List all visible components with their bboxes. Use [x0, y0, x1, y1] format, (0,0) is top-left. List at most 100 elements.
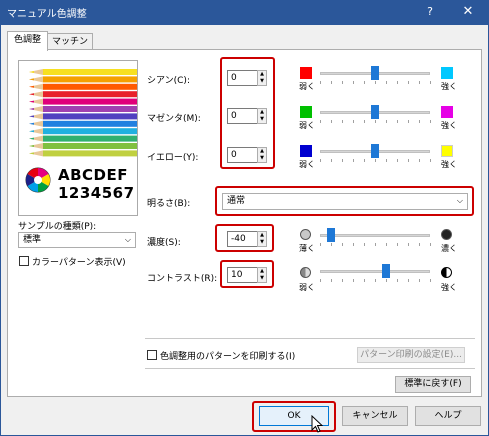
slider-tick [419, 120, 420, 123]
contrast-label: コントラスト(R): [147, 274, 218, 284]
color-pattern-checkbox[interactable] [19, 256, 29, 266]
slider-tick [430, 120, 431, 123]
slider-tick [364, 243, 365, 246]
slider-tick [353, 81, 354, 84]
sample-type-label: サンプルの種類(P): [18, 222, 97, 232]
cyan-strong-label: 強く [441, 82, 457, 91]
pencil-lead [29, 137, 34, 140]
slider-tick [331, 120, 332, 123]
slider-tick [331, 243, 332, 246]
dark-circle-icon [441, 229, 452, 240]
slider-tick [397, 279, 398, 282]
slider-tick [342, 243, 343, 246]
density-slider[interactable] [320, 228, 435, 248]
blue-swatch [300, 145, 312, 157]
slider-tick [353, 279, 354, 282]
cyan-slider[interactable] [320, 66, 435, 86]
slider-tick [320, 279, 321, 282]
slider-tick [408, 159, 409, 162]
yellow-stepper[interactable]: ▲ ▼ [257, 147, 267, 163]
chevron-down-icon: ⌵ [124, 235, 131, 244]
slider-tick [364, 159, 365, 162]
contrast-slider[interactable] [320, 264, 435, 284]
slider-tick [430, 243, 431, 246]
slider-tick [320, 120, 321, 123]
cyan-swatch [441, 67, 453, 79]
density-input[interactable]: -40 [227, 231, 259, 247]
slider-tick [342, 159, 343, 162]
help-icon[interactable]: ? [420, 2, 440, 22]
cursor-arrow-icon [311, 414, 325, 433]
sample-type-select[interactable]: 標準 ⌵ [18, 232, 136, 248]
tab-color-adjust[interactable]: 色調整 [7, 31, 48, 51]
slider-tick [430, 81, 431, 84]
pencil-lead [29, 145, 34, 147]
contrast-stepper[interactable]: ▲ ▼ [257, 267, 267, 283]
contrast-input[interactable]: 10 [227, 267, 259, 283]
slider-tick [375, 279, 376, 282]
magenta-stepper[interactable]: ▲ ▼ [257, 108, 267, 124]
divider-bottom [145, 368, 475, 369]
pencil-lead [29, 122, 34, 125]
pencil-body [43, 69, 137, 75]
pencil-lead [29, 78, 34, 81]
density-label: 濃度(S): [147, 238, 181, 248]
divider [145, 338, 475, 339]
slider-tick [375, 159, 376, 162]
slider-thumb[interactable] [382, 264, 390, 278]
magenta-slider[interactable] [320, 105, 435, 125]
slider-tick [397, 81, 398, 84]
slider-tick [419, 159, 420, 162]
pencil-body [43, 120, 137, 127]
color-pattern-label: カラーパターン表示(V) [32, 258, 126, 268]
cyan-label: シアン(C): [147, 76, 190, 86]
yellow-input[interactable]: 0 [227, 147, 259, 163]
magenta-swatch [441, 106, 453, 118]
slider-tick [386, 81, 387, 84]
pencil-body [43, 128, 137, 135]
preview-image: ABCDEF 1234567 [18, 60, 138, 216]
magenta-strong-label: 強く [441, 121, 457, 130]
pencil-lead [29, 108, 34, 110]
tab-matching[interactable]: マッチング [47, 33, 93, 63]
slider-thumb[interactable] [371, 105, 379, 119]
magenta-label: マゼンタ(M): [147, 114, 201, 124]
green-swatch [300, 106, 312, 118]
reset-to-default-button[interactable]: 標準に戻す(F) [395, 376, 471, 393]
chevron-down-icon: ⌵ [456, 196, 463, 205]
cyan-input[interactable]: 0 [227, 70, 259, 86]
slider-tick [364, 120, 365, 123]
slider-tick [375, 243, 376, 246]
red-swatch [300, 67, 312, 79]
brightness-select[interactable]: 通常 ⌵ [222, 193, 468, 210]
slider-tick [408, 279, 409, 282]
slider-thumb[interactable] [371, 144, 379, 158]
pencil-body [43, 113, 137, 120]
yellow-strong-label: 強く [441, 160, 457, 169]
magenta-input[interactable]: 0 [227, 108, 259, 124]
help-button[interactable]: ヘルプ [415, 406, 481, 426]
pencil-lead [29, 85, 34, 88]
slider-thumb[interactable] [371, 66, 379, 80]
slider-tick [331, 81, 332, 84]
slider-tick [331, 159, 332, 162]
print-pattern-checkbox[interactable] [147, 350, 157, 360]
density-weak-label: 薄く [299, 244, 315, 253]
cyan-stepper[interactable]: ▲ ▼ [257, 70, 267, 86]
slider-tick [375, 81, 376, 84]
density-strong-label: 濃く [441, 244, 457, 253]
pattern-print-settings-button[interactable]: パターン印刷の設定(E)... [357, 347, 465, 363]
slider-tick [408, 120, 409, 123]
yellow-slider[interactable] [320, 144, 435, 164]
light-circle-icon [300, 229, 311, 240]
cancel-button[interactable]: キャンセル [342, 406, 408, 426]
density-stepper[interactable]: ▲ ▼ [257, 231, 267, 247]
slider-tick [320, 159, 321, 162]
close-icon[interactable]: ✕ [456, 2, 480, 22]
contrast-weak-label: 弱く [299, 283, 315, 292]
pencil-body [43, 83, 137, 90]
slider-tick [419, 243, 420, 246]
slider-tick [397, 243, 398, 246]
slider-thumb[interactable] [327, 228, 335, 242]
preview-text-letters: ABCDEF [58, 166, 128, 184]
